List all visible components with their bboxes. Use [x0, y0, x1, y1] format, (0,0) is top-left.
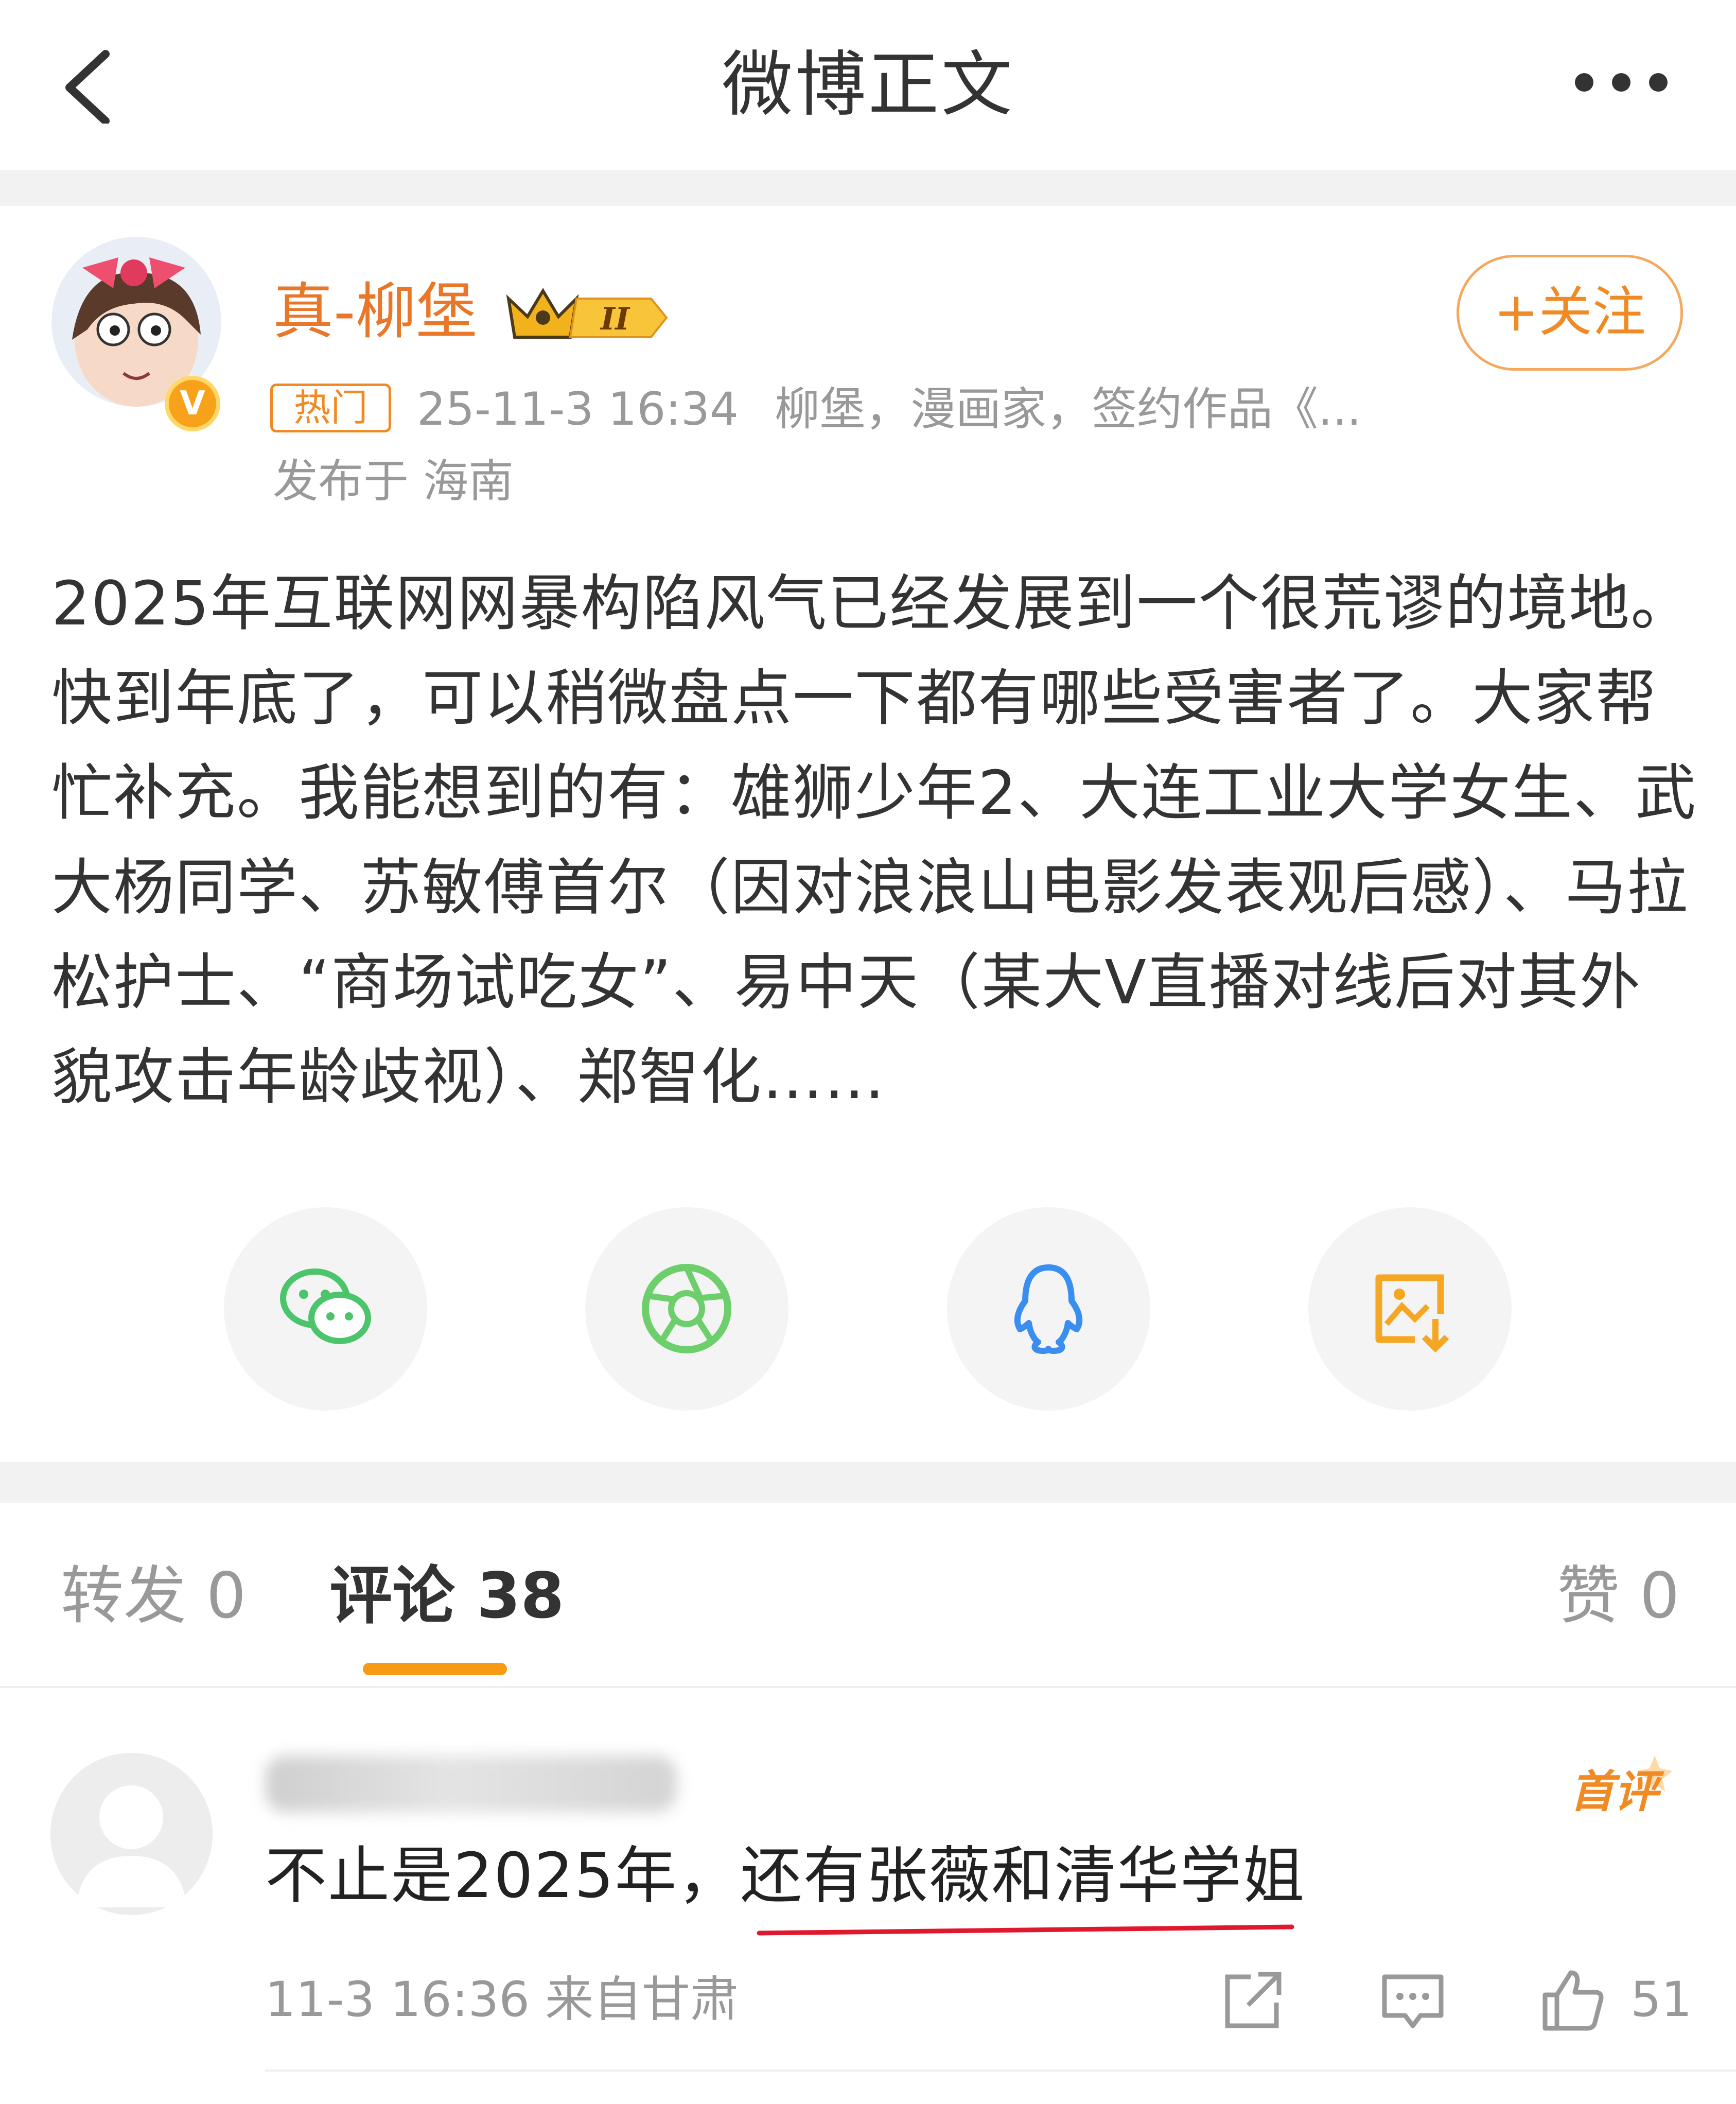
author-bio: 柳堡，漫画家，签约作品《... [775, 382, 1361, 436]
post-text: 2025年互联网网暴构陷风气已经发展到一个很荒谬的境地。快到年底了，可以稍微盘点… [51, 568, 1697, 1112]
qq-icon [1014, 1264, 1083, 1354]
tab-comments[interactable]: 评论 38 [329, 1544, 564, 1647]
post-meta: 25-11-3 16:34 柳堡，漫画家，签约作品《... [417, 378, 1361, 440]
share-moments-button[interactable] [585, 1207, 788, 1411]
first-comment-badge: 首评 [1570, 1753, 1673, 1818]
crown-level-icon: II [504, 281, 669, 345]
like-count: 51 [1630, 1972, 1692, 2028]
tab-likes[interactable]: 赞 0 [1557, 1544, 1679, 1647]
save-image-button[interactable] [1308, 1207, 1512, 1411]
post-time: 25-11-3 16:34 [417, 382, 739, 436]
comment-text: 不止是2025年，还有张薇和清华学姐 [265, 1830, 1305, 1923]
reply-comment-icon[interactable] [1379, 1967, 1446, 2033]
comment-text-plain: 不止是2025年， [265, 1840, 741, 1912]
commenter-name-blurred [265, 1755, 677, 1812]
section-divider [0, 170, 1736, 206]
share-comment-icon[interactable] [1220, 1967, 1287, 2033]
share-qq-button[interactable] [947, 1207, 1150, 1411]
share-wechat-button[interactable] [224, 1207, 427, 1411]
page-title: 微博正文 [722, 43, 1014, 126]
hot-tag: 热门 [270, 384, 391, 432]
follow-button[interactable]: +关注 [1457, 255, 1683, 371]
post-location: 发布于 海南 [273, 455, 514, 508]
red-underline-annotation [757, 1922, 1294, 1937]
like-thumb-icon[interactable] [1539, 1967, 1606, 2033]
section-divider [0, 1462, 1736, 1503]
moments-icon [642, 1264, 731, 1353]
comment-time-location: 11-3 16:36 来自甘肃 [265, 1972, 739, 2028]
level-badge-text: II [600, 301, 630, 337]
author-name[interactable]: 真-柳堡 [273, 268, 477, 355]
verified-badge: V [165, 376, 220, 431]
tab-repost[interactable]: 转发 0 [61, 1544, 246, 1647]
commenter-avatar[interactable] [50, 1753, 213, 1915]
tab-divider [0, 1686, 1736, 1688]
tab-active-indicator [363, 1663, 507, 1675]
comment-text-highlight: 还有张薇和清华学姐 [740, 1840, 1306, 1912]
comment-divider [265, 2070, 1736, 2072]
wechat-icon [280, 1268, 371, 1344]
save-image-icon [1375, 1274, 1449, 1353]
more-dots-icon[interactable] [1565, 67, 1678, 98]
